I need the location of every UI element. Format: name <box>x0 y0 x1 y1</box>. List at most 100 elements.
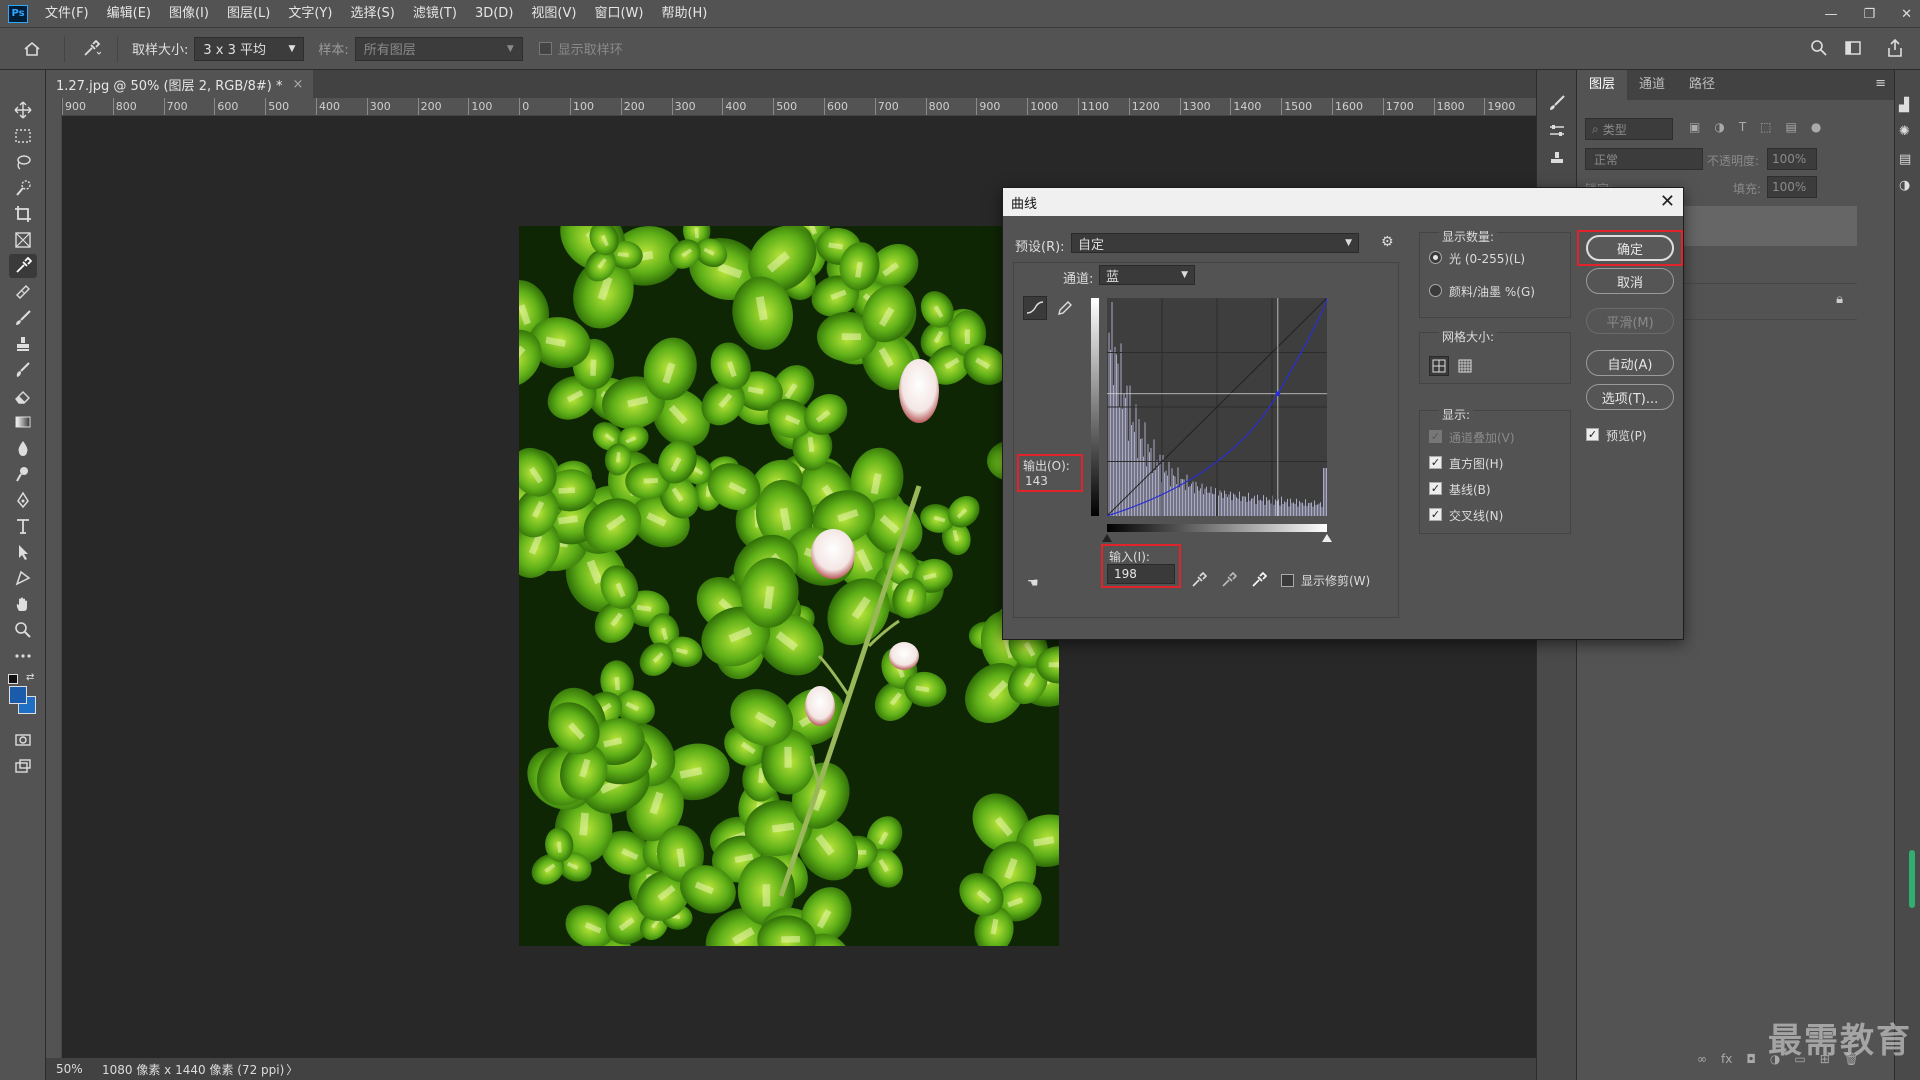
opacity-field[interactable]: 100% <box>1767 148 1817 170</box>
close-window-button[interactable]: ✕ <box>1901 7 1912 22</box>
sample-size-select[interactable]: 3 x 3 平均 ▼ <box>194 36 305 61</box>
menu-filter[interactable]: 滤镜(T) <box>404 0 466 28</box>
share-icon[interactable] <box>1886 38 1904 62</box>
menu-layer[interactable]: 图层(L) <box>218 0 279 28</box>
panel-menu-icon[interactable]: ≡ <box>1875 76 1886 91</box>
move-tool-icon[interactable] <box>9 98 37 122</box>
eyedropper-tool-icon[interactable] <box>9 254 37 278</box>
cancel-button[interactable]: 取消 <box>1586 268 1674 294</box>
foreground-color-swatch[interactable] <box>9 686 27 704</box>
curve-graph[interactable] <box>1107 298 1327 516</box>
simple-grid-icon[interactable] <box>1429 356 1449 376</box>
menu-3d[interactable]: 3D(D) <box>466 0 522 28</box>
document-tab[interactable]: 1.27.jpg @ 50% (图层 2, RGB/8#) * × <box>46 70 314 98</box>
tab-paths[interactable]: 路径 <box>1677 70 1727 100</box>
preset-select[interactable]: 自定 ▼ <box>1071 233 1359 253</box>
adjustments-sliders-icon[interactable] <box>1548 122 1566 144</box>
screen-mode-icon[interactable] <box>9 754 37 778</box>
shape-tool-icon[interactable] <box>9 566 37 590</box>
history-brush-tool-icon[interactable] <box>9 358 37 382</box>
eyedropper-tool-preset-icon[interactable] <box>81 39 101 58</box>
dialog-title-bar[interactable]: 曲线 ✕ <box>1003 188 1683 216</box>
white-eyedropper-icon[interactable] <box>1251 571 1268 592</box>
pigment-radio[interactable] <box>1429 284 1442 297</box>
histogram-checkbox[interactable]: ✓ <box>1429 456 1442 469</box>
light-radio[interactable] <box>1429 251 1442 264</box>
minimize-button[interactable]: — <box>1824 7 1837 22</box>
link-layers-icon[interactable]: ∞ <box>1697 1052 1707 1072</box>
default-colors-icon[interactable] <box>8 674 18 684</box>
show-ring-checkbox[interactable] <box>538 42 552 55</box>
tab-layers[interactable]: 图层 <box>1577 70 1628 100</box>
blur-tool-icon[interactable] <box>9 436 37 460</box>
channel-select[interactable]: 蓝 ▼ <box>1099 265 1195 285</box>
type-tool-icon[interactable] <box>9 514 37 538</box>
zoom-level[interactable]: 50% <box>56 1062 92 1076</box>
close-tab-icon[interactable]: × <box>293 77 304 92</box>
search-icon[interactable] <box>1810 39 1828 61</box>
smart-object-filter-icon[interactable]: ▤ <box>1786 120 1797 134</box>
tab-channels[interactable]: 通道 <box>1627 70 1677 100</box>
brush-tool-icon[interactable] <box>9 306 37 330</box>
shape-filter-icon[interactable]: ⬚ <box>1760 120 1771 134</box>
type-filter-icon[interactable]: T <box>1739 120 1746 134</box>
clone-stamp-tool-icon[interactable] <box>9 332 37 356</box>
swap-colors-icon[interactable]: ⇄ <box>26 672 34 683</box>
adjustment-filter-icon[interactable]: ◑ <box>1714 120 1724 134</box>
smooth-button[interactable]: 平滑(M) <box>1586 308 1674 334</box>
ok-button[interactable]: 确定 <box>1586 235 1674 261</box>
path-selection-tool-icon[interactable] <box>9 540 37 564</box>
home-icon[interactable] <box>22 40 42 58</box>
preset-options-gear-icon[interactable]: ⚙ <box>1381 234 1394 250</box>
clone-source-icon[interactable] <box>1548 150 1566 172</box>
options-button[interactable]: 选项(T)... <box>1586 384 1674 410</box>
layer-filter-select[interactable]: ⌕ 类型 <box>1585 118 1673 140</box>
histogram-panel-icon[interactable]: ▟ <box>1899 98 1909 113</box>
dodge-tool-icon[interactable] <box>9 462 37 486</box>
status-menu-arrow[interactable]: 〉 <box>286 1061 298 1078</box>
sample-select[interactable]: 所有图层 ▼ <box>354 36 523 61</box>
blend-mode-select[interactable]: 正常 <box>1585 148 1703 170</box>
menu-window[interactable]: 窗口(W) <box>585 0 652 28</box>
menu-edit[interactable]: 编辑(E) <box>98 0 160 28</box>
curve-control-point[interactable] <box>1275 391 1281 397</box>
gray-eyedropper-icon[interactable] <box>1221 571 1238 592</box>
pixel-filter-icon[interactable]: ▣ <box>1689 120 1700 134</box>
close-dialog-button[interactable]: ✕ <box>1660 191 1675 212</box>
hand-tool-icon[interactable] <box>9 592 37 616</box>
detailed-grid-icon[interactable] <box>1455 356 1475 376</box>
navigator-panel-icon[interactable]: ✺ <box>1899 124 1910 139</box>
workspace-icon[interactable] <box>1844 39 1862 61</box>
frame-tool-icon[interactable] <box>9 228 37 252</box>
white-point-slider[interactable] <box>1322 534 1332 542</box>
zoom-tool-icon[interactable] <box>9 618 37 642</box>
fx-icon[interactable]: fx <box>1721 1052 1732 1072</box>
properties-panel-icon[interactable]: ▤ <box>1899 152 1911 167</box>
show-clipping-checkbox[interactable] <box>1281 574 1294 587</box>
scrollbar[interactable] <box>1909 850 1915 908</box>
menu-help[interactable]: 帮助(H) <box>652 0 716 28</box>
pencil-mode-icon[interactable] <box>1053 296 1077 320</box>
more-tools-icon[interactable] <box>9 644 37 668</box>
black-eyedropper-icon[interactable] <box>1191 571 1208 592</box>
menu-image[interactable]: 图像(I) <box>160 0 218 28</box>
filter-toggle-icon[interactable]: ● <box>1811 120 1821 134</box>
eraser-tool-icon[interactable] <box>9 384 37 408</box>
pen-tool-icon[interactable] <box>9 488 37 512</box>
baseline-checkbox[interactable]: ✓ <box>1429 482 1442 495</box>
channel-overlays-checkbox[interactable]: ✓ <box>1429 430 1442 443</box>
menu-file[interactable]: 文件(F) <box>36 0 98 28</box>
menu-select[interactable]: 选择(S) <box>341 0 403 28</box>
intersection-line-checkbox[interactable]: ✓ <box>1429 508 1442 521</box>
brush-settings-icon[interactable] <box>1548 94 1566 116</box>
adjustments-panel-icon[interactable]: ◑ <box>1899 178 1910 193</box>
on-image-adjust-icon[interactable]: ☚ <box>1027 576 1039 591</box>
input-value-field[interactable]: 198 <box>1107 564 1175 584</box>
quick-mask-icon[interactable] <box>9 728 37 752</box>
marquee-tool-icon[interactable] <box>9 124 37 148</box>
black-point-slider[interactable] <box>1102 534 1112 542</box>
curve-point-mode-icon[interactable] <box>1023 296 1047 320</box>
quick-selection-tool-icon[interactable] <box>9 176 37 200</box>
gradient-tool-icon[interactable] <box>9 410 37 434</box>
fill-field[interactable]: 100% <box>1767 176 1817 198</box>
